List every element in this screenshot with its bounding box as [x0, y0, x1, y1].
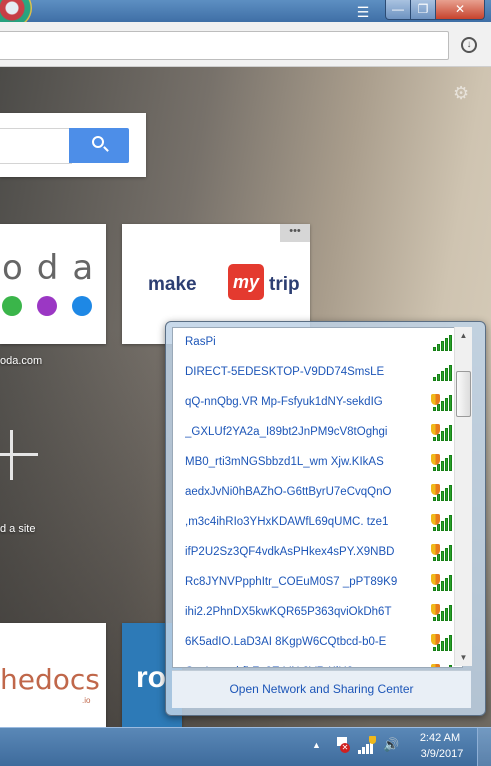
mmt-make-text: make	[148, 274, 197, 295]
oda-dot-3	[72, 296, 92, 316]
oda-dot-1	[2, 296, 22, 316]
oda-dot-2	[37, 296, 57, 316]
tray-shield-icon	[369, 736, 376, 744]
security-shield-icon	[431, 634, 440, 645]
docs-logo-text: hedocs	[0, 663, 100, 696]
add-site-caption: d a site	[0, 523, 36, 535]
mmt-trip-text: trip	[269, 274, 300, 295]
oda-logo-text: oda	[2, 248, 108, 288]
network-name: Rc8JYNVPpphItr_COEuM0S7 _pPT89K9	[185, 576, 398, 588]
wifi-signal-icon	[429, 365, 452, 381]
network-name: qQ-nnQbg.VR Mp-Fsfyuk1dNY-sekdIG	[185, 396, 383, 408]
network-name: OzvLzgnchfbFu2ErVN 2VR KiU2z_sw	[185, 666, 407, 667]
security-shield-icon	[431, 394, 440, 405]
network-list-item[interactable]: RasPi	[173, 328, 462, 358]
scroll-down-button[interactable]: ▼	[455, 649, 472, 666]
security-shield-icon	[431, 604, 440, 615]
search-button[interactable]	[69, 128, 129, 163]
show-hidden-icons-button[interactable]: ▲	[312, 740, 321, 750]
security-shield-icon	[431, 544, 440, 555]
network-list-item[interactable]: MB0_rti3mNGSbbzd1L_wm Xjw.KIkAS	[173, 448, 462, 478]
open-network-sharing-center-link[interactable]: Open Network and Sharing Center	[172, 670, 471, 708]
mmt-my-text: my	[228, 264, 264, 300]
most-visited-tile-oda[interactable]: oda	[0, 224, 106, 344]
taskbar: ▲ 🔊 2:42 AM 3/9/2017	[0, 727, 491, 766]
search-icon	[92, 136, 104, 148]
network-list[interactable]: RasPi DIRECT-5EDESKTOP-V9DD74SmsLE qQ-nnQb…	[172, 327, 463, 668]
security-shield-icon	[431, 574, 440, 585]
network-name: _GXLUf2YA2a_I89bt2JnPM9cV8tOghgi	[185, 426, 388, 438]
window-titlebar: ☰ — ❐ ✕	[0, 0, 491, 28]
network-list-item[interactable]: ihi2.2PhnDX5kwKQR65P363qviOkDh6T	[173, 598, 462, 628]
network-name: 6K5adIO.LaD3AI 8KgpW6CQtbcd-b0-E	[185, 636, 387, 648]
add-site-plus-icon[interactable]	[0, 430, 38, 480]
security-shield-icon	[431, 484, 440, 495]
gear-icon[interactable]: ⚙	[453, 84, 471, 102]
tile-caption-oda: oda.com	[0, 355, 43, 367]
ro-logo-text: ro	[136, 661, 166, 694]
security-shield-icon	[431, 514, 440, 525]
network-list-item[interactable]: aedxJvNi0hBAZhO-G6ttByrU7eCvqQnO	[173, 478, 462, 508]
tile-more-button[interactable]: •••	[280, 224, 310, 242]
network-list-item[interactable]: qQ-nnQbg.VR Mp-Fsfyuk1dNY-sekdIG	[173, 388, 462, 418]
download-icon[interactable]: ↓	[461, 37, 477, 53]
network-name: ,m3c4ihRIo3YHxKDAWfL69qUMC. tze1	[185, 516, 389, 528]
network-list-scrollbar[interactable]: ▲ ▼	[454, 327, 472, 666]
scroll-thumb[interactable]	[456, 371, 471, 417]
network-list-item[interactable]: Rc8JYNVPpphItr_COEuM0S7 _pPT89K9	[173, 568, 462, 598]
network-name: aedxJvNi0hBAZhO-G6ttByrU7eCvqQnO	[185, 486, 392, 498]
clock-time[interactable]: 2:42 AM	[416, 732, 464, 744]
close-button[interactable]: ✕	[435, 0, 485, 20]
browser-toolbar: ↓	[0, 22, 491, 67]
network-list-item[interactable]: OzvLzgnchfbFu2ErVN 2VR KiU2z_sw	[173, 658, 462, 667]
search-input[interactable]	[0, 128, 72, 164]
hamburger-menu-icon[interactable]: ☰	[354, 4, 372, 20]
security-shield-icon	[431, 664, 440, 667]
network-list-item[interactable]: ifP2U2Sz3QF4vdkAsPHkex4sPY.X9NBD	[173, 538, 462, 568]
network-flyout: RasPi DIRECT-5EDESKTOP-V9DD74SmsLE qQ-nnQb…	[165, 321, 486, 716]
search-box-card	[0, 113, 146, 177]
show-desktop-button[interactable]	[477, 728, 491, 766]
volume-icon[interactable]: 🔊	[383, 737, 399, 753]
address-bar[interactable]	[0, 31, 449, 60]
network-name: DIRECT-5EDESKTOP-V9DD74SmsLE	[185, 366, 385, 378]
network-name: ihi2.2PhnDX5kwKQR65P363qviOkDh6T	[185, 606, 392, 618]
network-list-item[interactable]: DIRECT-5EDESKTOP-V9DD74SmsLE	[173, 358, 462, 388]
clock-date[interactable]: 3/9/2017	[416, 748, 468, 760]
action-center-flag-icon[interactable]	[335, 737, 350, 753]
security-shield-icon	[431, 454, 440, 465]
network-name: ifP2U2Sz3QF4vdkAsPHkex4sPY.X9NBD	[185, 546, 395, 558]
maximize-button[interactable]: ❐	[410, 0, 436, 20]
network-name: RasPi	[185, 336, 216, 348]
most-visited-tile-docs[interactable]: hedocs .io	[0, 623, 106, 727]
network-list-item[interactable]: _GXLUf2YA2a_I89bt2JnPM9cV8tOghgi	[173, 418, 462, 448]
wifi-signal-icon	[429, 335, 452, 351]
network-list-item[interactable]: ,m3c4ihRIo3YHxKDAWfL69qUMC. tze1	[173, 508, 462, 538]
security-shield-icon	[431, 424, 440, 435]
network-name: MB0_rti3mNGSbbzd1L_wm Xjw.KIkAS	[185, 456, 384, 468]
minimize-button[interactable]: —	[385, 0, 411, 20]
scroll-up-button[interactable]: ▲	[455, 327, 472, 344]
network-list-item[interactable]: 6K5adIO.LaD3AI 8KgpW6CQtbcd-b0-E	[173, 628, 462, 658]
docs-logo-sub: .io	[82, 696, 91, 705]
